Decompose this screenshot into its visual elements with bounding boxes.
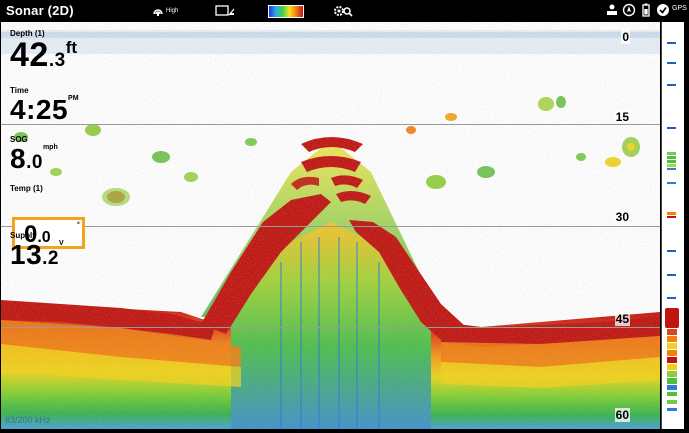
sensitivity-label: High — [166, 8, 179, 14]
depth-label-30: 30 — [614, 210, 630, 224]
depth-unit: ft — [65, 38, 78, 57]
network-icon[interactable] — [605, 3, 619, 17]
sog-value: 8.0 — [10, 143, 43, 174]
status-bar: Sonar (2D) High GPS — [0, 0, 689, 22]
depth-gridline — [1, 327, 660, 328]
a-scope-column — [661, 22, 685, 429]
sonar-history-view[interactable]: 0 15 30 45 60 Depth (1) 42.3ft Time 4:25… — [1, 22, 660, 429]
gps-label[interactable]: GPS — [672, 5, 687, 12]
color-palette-button[interactable] — [268, 0, 304, 22]
temp-unit: ° — [77, 222, 80, 229]
chart-display-icon — [215, 5, 235, 16]
depth-label-60: 60 — [614, 408, 630, 422]
supply-unit: V — [59, 240, 64, 247]
color-palette-icon — [268, 4, 304, 18]
depth-readout[interactable]: Depth (1) 42.3ft — [10, 29, 77, 78]
right-frame — [684, 22, 689, 433]
depth-gridline — [1, 124, 660, 125]
time-readout[interactable]: Time 4:25PM — [10, 86, 79, 125]
temp-label-wrap: Temp (1) — [10, 184, 43, 193]
depth-label-0: 0 — [621, 30, 630, 44]
sonar-sensitivity-icon — [153, 9, 163, 16]
frequency-label: 83/200 kHz — [5, 415, 51, 425]
supply-value: 13.2 — [10, 239, 60, 270]
time-value: 4:25 — [10, 94, 69, 125]
depth-label-45: 45 — [614, 312, 630, 326]
sog-readout[interactable]: SOG 8.0mph — [10, 135, 58, 178]
settings-search-icon — [334, 6, 353, 17]
chart-display-button[interactable] — [215, 0, 235, 22]
depth-gridline — [1, 226, 660, 227]
sonar-screen: Sonar (2D) High GPS 0 15 30 45 60 Depth … — [0, 0, 689, 433]
depth-value: 42.3 — [10, 36, 66, 74]
satellite-icon[interactable] — [656, 3, 670, 17]
depth-label-15: 15 — [614, 110, 630, 124]
a-scope-bar — [665, 42, 679, 411]
temp-label: Temp (1) — [10, 184, 43, 193]
view-title[interactable]: Sonar (2D) — [6, 3, 74, 18]
compass-icon[interactable] — [622, 3, 636, 17]
time-suffix: PM — [68, 95, 79, 102]
bottom-frame — [0, 429, 689, 433]
sensitivity-indicator[interactable]: High — [152, 0, 178, 22]
sog-unit: mph — [42, 144, 58, 151]
battery-icon[interactable] — [639, 3, 653, 17]
supply-readout[interactable]: Supply 13.2V — [10, 231, 64, 274]
settings-search-button[interactable] — [333, 0, 353, 22]
